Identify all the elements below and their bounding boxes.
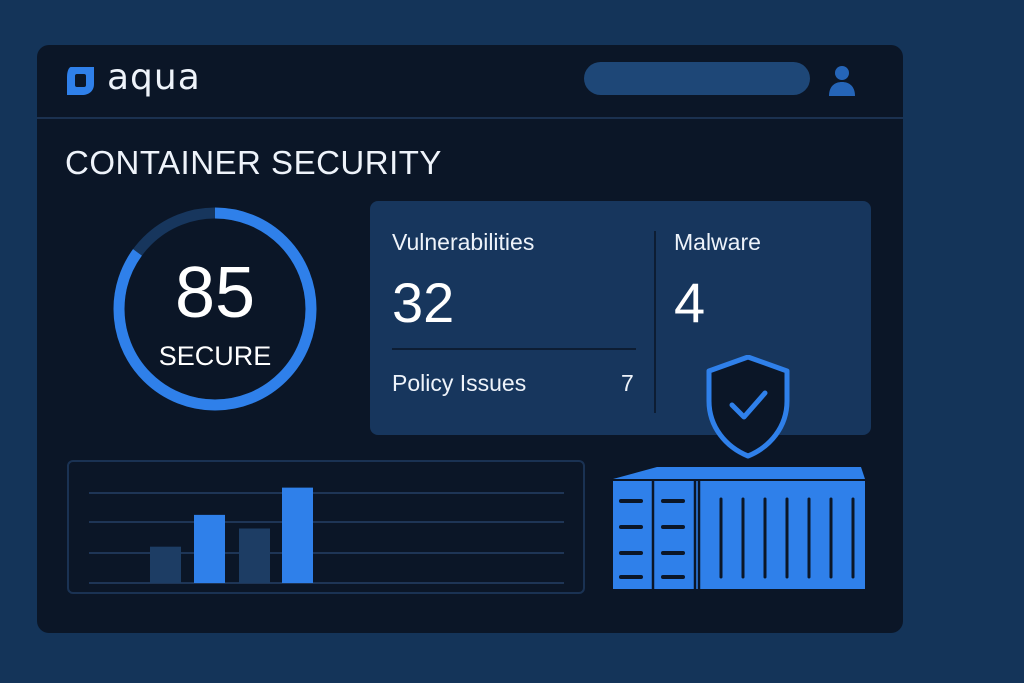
app-logo[interactable]: aqua bbox=[63, 57, 201, 99]
app-name: aqua bbox=[107, 57, 201, 98]
aqua-logo-icon bbox=[67, 67, 94, 95]
search-pill[interactable] bbox=[584, 62, 810, 95]
shipping-container-icon bbox=[613, 467, 865, 589]
page-title: CONTAINER SECURITY bbox=[65, 144, 442, 181]
top-bar: aqua bbox=[37, 45, 903, 119]
chart-bar-1 bbox=[150, 546, 181, 583]
score-label: SECURE bbox=[158, 341, 272, 371]
malware-count: 4 bbox=[674, 271, 706, 334]
chart-bar-3 bbox=[239, 528, 270, 583]
security-score-gauge: 85 SECURE bbox=[111, 205, 319, 413]
container-shield-illustration bbox=[613, 355, 865, 589]
bar-chart-svg bbox=[89, 487, 564, 584]
stats-divider-horizontal bbox=[392, 348, 636, 350]
dashboard-window: aqua CONTAINER SECURITY 85 SECURE Vulner… bbox=[37, 45, 903, 633]
activity-bar-chart bbox=[67, 460, 585, 594]
vulnerabilities-count: 32 bbox=[392, 271, 455, 334]
user-icon[interactable] bbox=[827, 63, 857, 97]
policy-issues-label: Policy Issues bbox=[392, 370, 527, 396]
shield-check-icon bbox=[706, 355, 790, 459]
chart-bar-4 bbox=[282, 487, 313, 583]
malware-label: Malware bbox=[674, 229, 761, 255]
score-value: 85 bbox=[174, 253, 256, 333]
chart-bar-2 bbox=[194, 514, 225, 583]
vulnerabilities-label: Vulnerabilities bbox=[392, 229, 535, 255]
